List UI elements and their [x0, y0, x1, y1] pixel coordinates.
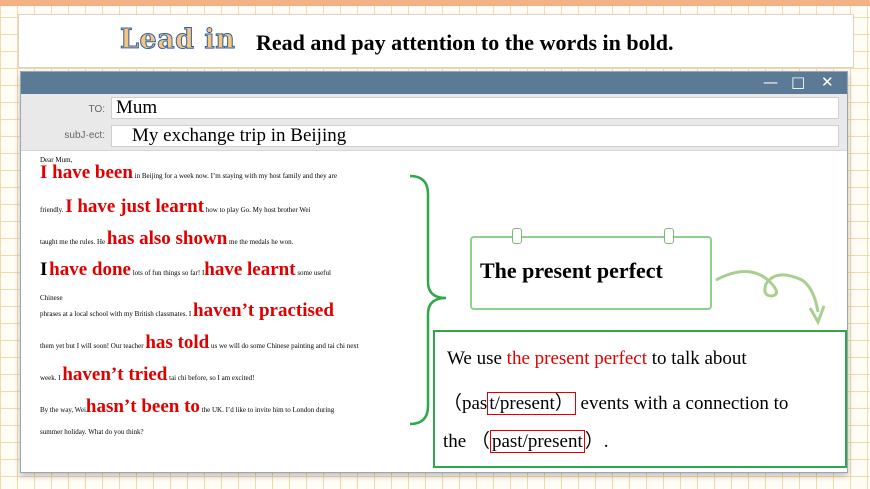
letter-text: phrases at a local school with my Britis… [40, 310, 192, 318]
rule-text: ）. [584, 431, 609, 452]
rule-box: We use the present perfect to talk about… [433, 330, 847, 468]
letter-text: them yet but I will soon! Our teacher [40, 342, 144, 350]
answer-blank-1[interactable]: t/present） [487, 392, 576, 415]
letter-text: tai chi before, so I am excited! [169, 374, 255, 382]
rule-line-2: （pas t/present） events with a connection … [443, 388, 788, 415]
bold-phrase: I [40, 259, 48, 280]
window-title-bar: — □ ✕ [21, 72, 847, 94]
curved-arrow-icon [715, 270, 826, 326]
letter-line-6: phrases at a local school with my Britis… [40, 301, 334, 320]
letter-text: taught me the rules. He [40, 238, 106, 246]
email-headers: TO: Mum subJ·ect: My exchange trip in Be… [21, 94, 847, 151]
to-field[interactable]: Mum [111, 97, 839, 119]
instruction-text: Read and pay attention to the words in b… [256, 30, 674, 55]
subject-field[interactable]: My exchange trip in Beijing [111, 125, 839, 147]
letter-text: us we will do some Chinese painting and … [211, 342, 359, 350]
rule-line-1: We use the present perfect to talk about [447, 348, 747, 370]
maximize-icon[interactable]: □ [791, 73, 805, 91]
letter-text: how to play Go. My host brother Wei [205, 206, 311, 214]
letter-line-5: Chinese [40, 294, 63, 302]
letter-text: friendly. [40, 206, 64, 214]
rule-text: We use [447, 348, 507, 369]
letter-text: me the medals he won. [229, 238, 294, 246]
letter-line-7: them yet but I will soon! Our teacher ha… [40, 333, 359, 352]
rule-text: （pas [443, 393, 488, 414]
letter-text: in Beijing for a week now. I’m staying w… [134, 172, 337, 180]
rule-text: events with a connection to [575, 393, 789, 414]
bold-phrase: have done [49, 259, 131, 280]
bold-phrase: haven’t tried [62, 364, 168, 385]
bold-phrase: has also shown [106, 228, 228, 249]
subject-label: subJ·ect: [64, 130, 105, 141]
minimize-icon[interactable]: — [763, 73, 778, 91]
answer-blank-2[interactable]: past/present [489, 430, 585, 453]
bold-phrase: hasn’t been to [85, 396, 200, 417]
highlighted-term: the present perfect [506, 348, 647, 369]
bold-phrase: haven’t practised [193, 300, 334, 321]
bold-phrase: have learnt [204, 259, 296, 280]
pin-icon [664, 228, 674, 244]
top-accent-bar [0, 0, 870, 6]
to-label: TO: [88, 104, 105, 115]
rule-text: to talk about [646, 348, 747, 369]
letter-line-4: I have done lots of fun things so far! I… [40, 260, 331, 279]
letter-line-8: week. I haven’t tried tai chi before, so… [40, 365, 255, 384]
lead-in-title: Lead in [119, 24, 236, 56]
letter-text: the UK. I’d like to invite him to London… [201, 406, 335, 414]
letter-text: By the way, Wei [40, 406, 86, 414]
bold-phrase: I have been [40, 162, 133, 183]
letter-line-2: friendly. I have just learnt how to play… [40, 197, 311, 216]
letter-text: week. I [40, 374, 61, 382]
present-perfect-box: The present perfect [470, 228, 712, 310]
letter-text: lots of fun things so far! I [132, 269, 205, 277]
present-perfect-title: The present perfect [480, 258, 663, 283]
rule-line-3: the （past/present）. [443, 426, 609, 453]
rule-text: the （ [443, 431, 490, 452]
letter-line-9: By the way, Weihasn’t been to the UK. I’… [40, 397, 335, 416]
letter-line-3: taught me the rules. He has also shown m… [40, 229, 294, 248]
letter-line-10: summer holiday. What do you think? [40, 428, 144, 436]
bold-phrase: I have just learnt [65, 196, 205, 217]
close-icon[interactable]: ✕ [821, 73, 834, 91]
bold-phrase: has told [145, 332, 210, 353]
pin-icon [512, 228, 522, 244]
letter-text: some useful [297, 269, 331, 277]
letter-line-1: I have been in Beijing for a week now. I… [40, 163, 337, 182]
